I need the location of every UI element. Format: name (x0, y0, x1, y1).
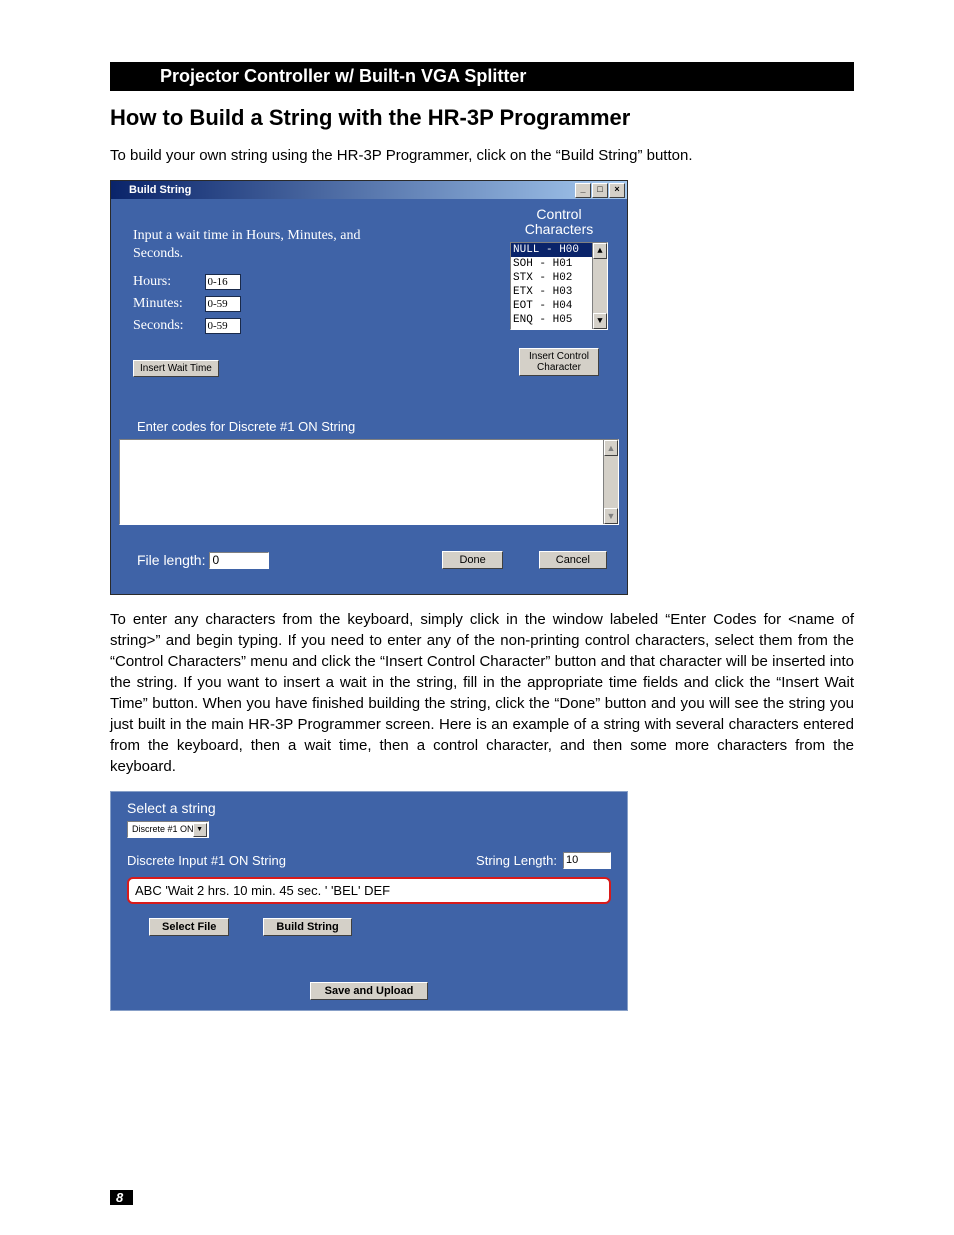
control-characters-listbox[interactable]: NULL - H00 SOH - H01 STX - H02 ETX - H03… (510, 242, 608, 330)
body-paragraph: To enter any characters from the keyboar… (110, 609, 854, 777)
hours-label: Hours: (133, 274, 201, 290)
header-bar: Projector Controller w/ Built-n VGA Spli… (110, 62, 854, 91)
insert-ctrl-line1: Insert Control (529, 351, 589, 362)
titlebar: Build String _ □ × (111, 181, 627, 199)
done-button[interactable]: Done (442, 551, 502, 569)
control-header-line2: Characters (525, 221, 593, 237)
file-length-field[interactable]: 0 (209, 552, 269, 569)
save-and-upload-button[interactable]: Save and Upload (310, 982, 429, 1000)
seconds-input[interactable]: 0-59 (205, 318, 241, 334)
string-length-field[interactable]: 10 (563, 852, 611, 869)
scroll-up-icon[interactable]: ▲ (593, 243, 607, 259)
maximize-button[interactable]: □ (592, 183, 608, 198)
hours-input[interactable]: 0-16 (205, 274, 241, 290)
cancel-button[interactable]: Cancel (539, 551, 607, 569)
minimize-button[interactable]: _ (575, 183, 591, 198)
minutes-label: Minutes: (133, 296, 201, 312)
page-number: 8 (110, 1190, 133, 1205)
window-icon (113, 184, 125, 196)
string-select-dropdown[interactable]: Discrete #1 ON (127, 821, 209, 838)
file-length-label: File length: (137, 552, 205, 568)
window-title: Build String (129, 184, 191, 196)
select-string-panel: Select a string Discrete #1 ON Discrete … (110, 791, 628, 1011)
wait-time-instruction: Input a wait time in Hours, Minutes, and… (133, 227, 383, 262)
insert-ctrl-line2: Character (537, 362, 581, 373)
string-display-field: ABC 'Wait 2 hrs. 10 min. 45 sec. ' 'BEL'… (127, 877, 611, 904)
enter-codes-label: Enter codes for Discrete #1 ON String (137, 419, 355, 434)
seconds-label: Seconds: (133, 318, 201, 334)
intro-paragraph: To build your own string using the HR-3P… (110, 145, 854, 166)
select-string-label: Select a string (127, 800, 611, 816)
codes-textarea[interactable]: ▲ ▼ (119, 439, 619, 525)
build-string-dialog: Build String _ □ × Input a wait time in … (110, 180, 628, 595)
string-name-label: Discrete Input #1 ON String (127, 853, 286, 868)
scroll-down-icon[interactable]: ▼ (604, 508, 618, 524)
close-button[interactable]: × (609, 183, 625, 198)
minutes-input[interactable]: 0-59 (205, 296, 241, 312)
insert-control-character-button[interactable]: Insert Control Character (519, 348, 599, 376)
page-heading: How to Build a String with the HR-3P Pro… (110, 105, 854, 131)
scroll-down-icon[interactable]: ▼ (593, 313, 607, 329)
string-length-label: String Length: (476, 853, 557, 868)
scroll-up-icon[interactable]: ▲ (604, 440, 618, 456)
select-file-button[interactable]: Select File (149, 918, 229, 936)
insert-wait-time-button[interactable]: Insert Wait Time (133, 360, 219, 377)
build-string-button[interactable]: Build String (263, 918, 351, 936)
control-header-line1: Control (536, 206, 581, 222)
